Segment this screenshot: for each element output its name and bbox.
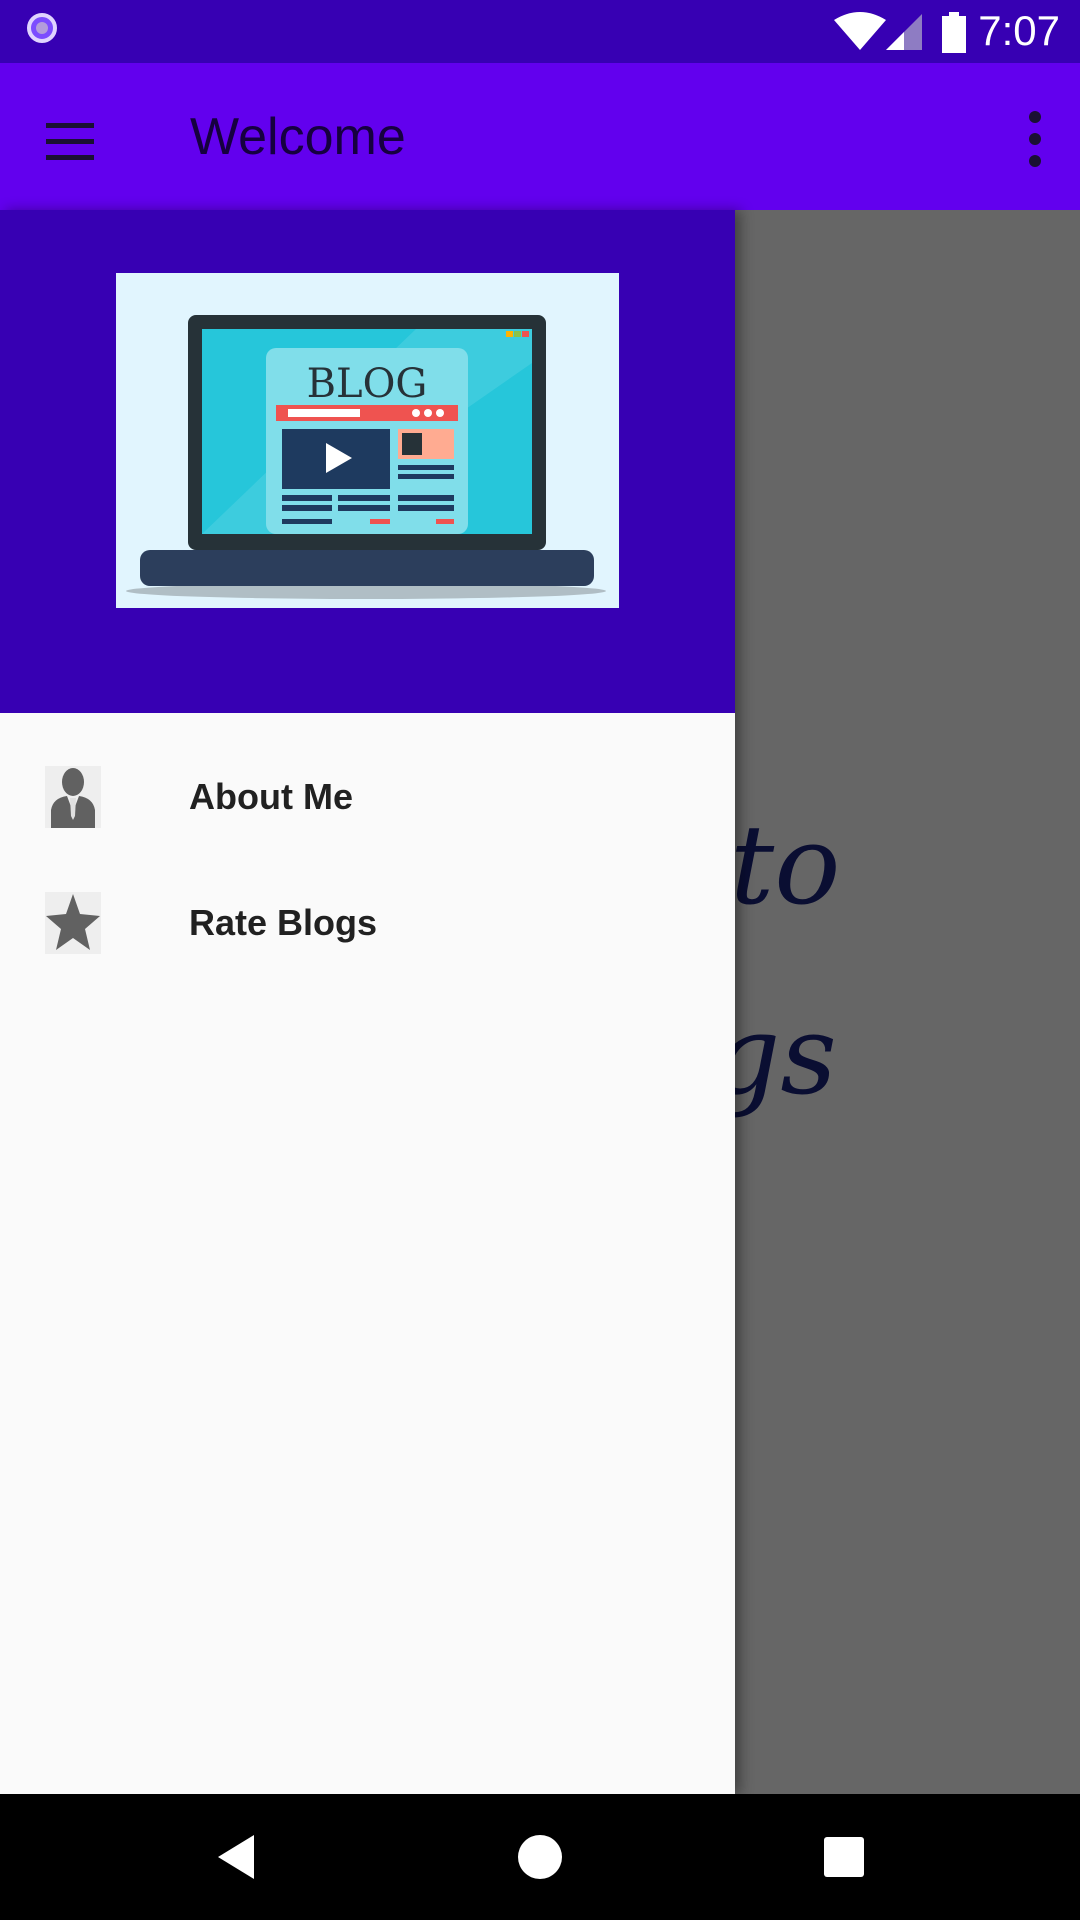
drawer-item-label: Rate Blogs (189, 902, 378, 943)
notification-icon (27, 13, 57, 43)
wifi-icon (834, 12, 886, 50)
more-vertical-icon (1029, 111, 1041, 167)
cellular-signal-icon (886, 14, 922, 50)
star-icon (45, 892, 101, 954)
system-navigation-bar (0, 1794, 1080, 1920)
blog-image-text: BLOG (307, 361, 428, 407)
drawer-item-about-me[interactable]: About Me (0, 742, 735, 852)
hamburger-menu-icon (46, 123, 94, 160)
navigation-drawer: BLOG About Me Rate Blogs (0, 210, 735, 1794)
status-bar: 7:07 (0, 0, 1080, 63)
laptop-blog-illustration: BLOG (126, 315, 606, 599)
recents-icon[interactable] (818, 1831, 870, 1883)
page-title: Welcome (190, 108, 406, 166)
app-bar: Welcome (0, 63, 1080, 210)
menu-button[interactable] (28, 103, 118, 173)
overflow-menu-button[interactable] (1008, 99, 1062, 179)
home-icon[interactable] (514, 1831, 566, 1883)
drawer-item-label: About Me (189, 776, 353, 817)
battery-icon (942, 12, 966, 53)
back-icon[interactable] (212, 1831, 264, 1883)
blog-header-image: BLOG (116, 273, 619, 608)
businessman-icon (45, 766, 101, 828)
drawer-header: BLOG (0, 210, 735, 713)
drawer-item-rate-blogs[interactable]: Rate Blogs (0, 868, 735, 978)
clock: 7:07 (978, 7, 1060, 54)
